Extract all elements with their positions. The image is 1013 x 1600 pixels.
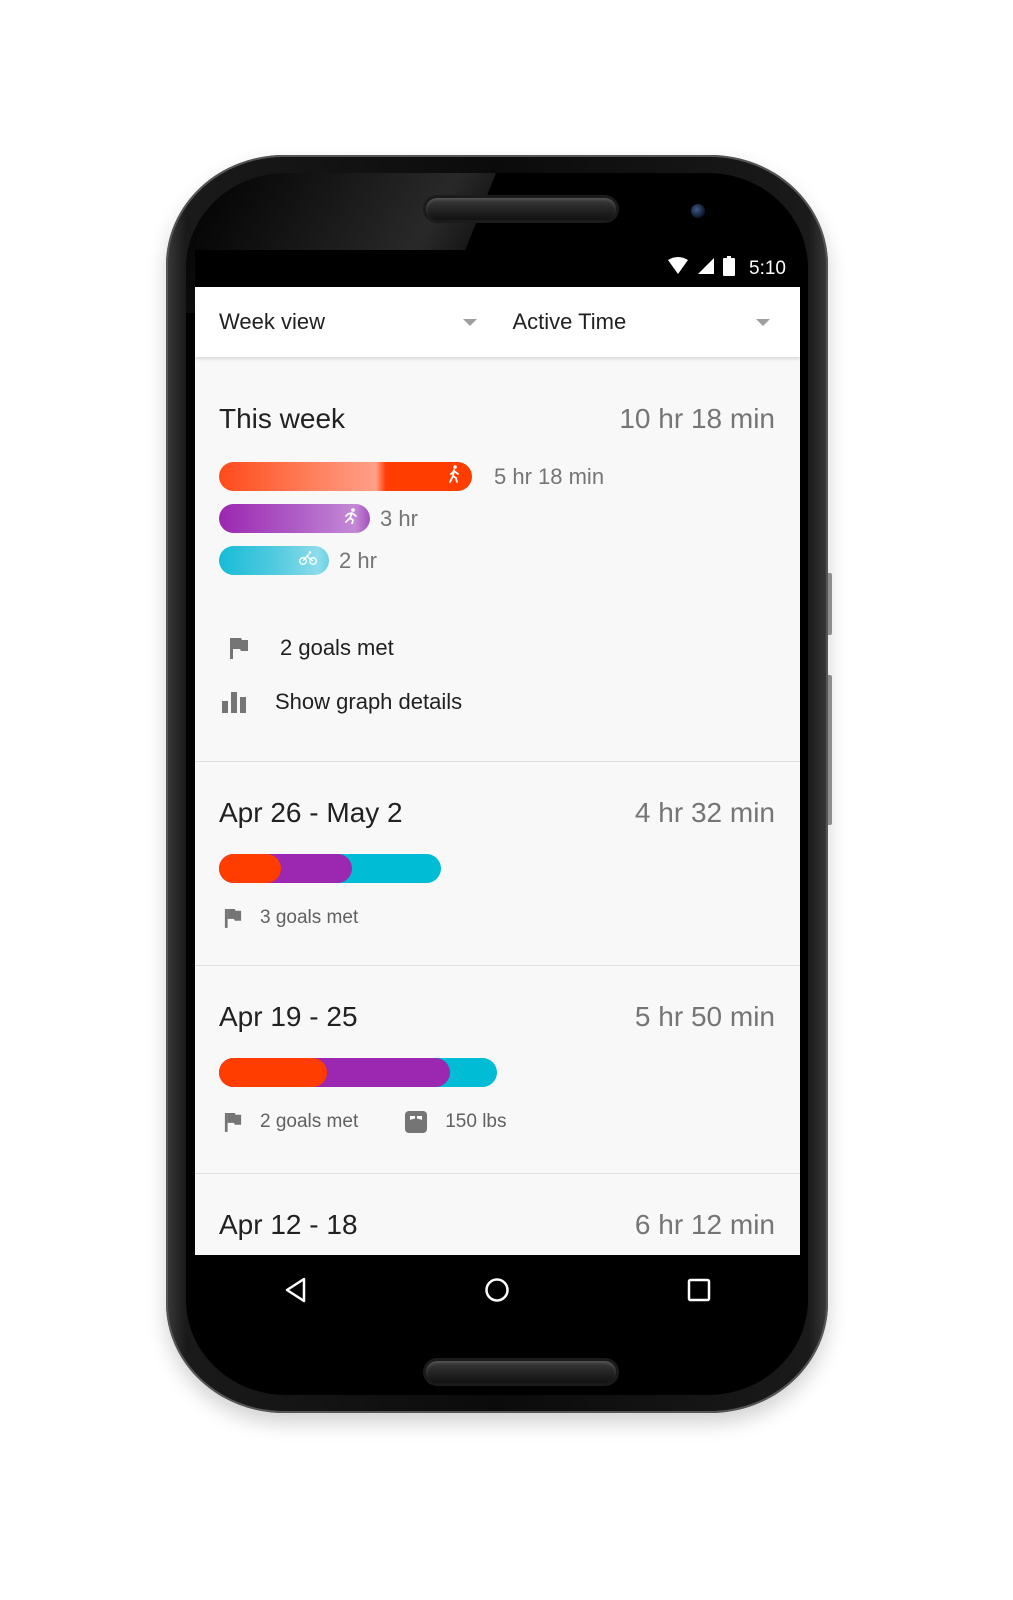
goals-met-row: 2 goals met — [224, 635, 775, 661]
dropdown-caret-icon — [756, 318, 770, 326]
walking-icon — [448, 465, 460, 488]
cell-signal-icon — [697, 257, 715, 281]
metric-dropdown-label: Active Time — [512, 309, 627, 334]
activity-duration: 3 hr — [380, 505, 418, 531]
week-range: Apr 12 - 18 — [219, 1209, 358, 1240]
goals-met-text: 2 goals met — [280, 635, 394, 660]
activity-row-walking: 5 hr 18 min — [219, 462, 775, 491]
bottom-speaker — [426, 1361, 616, 1383]
weight-text: 150 lbs — [445, 1111, 507, 1132]
stacked-activity-bar — [219, 854, 441, 883]
flag-icon — [224, 1112, 242, 1132]
week-range: Apr 26 - May 2 — [219, 797, 403, 828]
app-screen: 5:10 Week view Active Time This week 10 … — [195, 250, 800, 1255]
stacked-activity-bar — [219, 1058, 497, 1087]
recents-icon — [687, 1278, 711, 1302]
power-button — [828, 573, 832, 635]
week-meta: 2 goals met 150 lbs — [219, 1111, 775, 1133]
week-card[interactable]: Apr 19 - 25 5 hr 50 min 2 goals met 150 … — [195, 966, 800, 1174]
top-speaker — [426, 198, 616, 220]
volume-button — [828, 675, 832, 825]
goals-met-row: 2 goals met — [219, 1111, 358, 1133]
navigation-bar — [195, 1255, 800, 1325]
view-dropdown-label: Week view — [219, 309, 325, 334]
week-range: Apr 19 - 25 — [219, 1001, 358, 1032]
home-icon — [485, 1278, 510, 1302]
activity-bars: 5 hr 18 min 3 hr 2 hr — [219, 462, 775, 575]
weight-row: 150 lbs — [400, 1111, 507, 1133]
back-button[interactable] — [266, 1265, 326, 1315]
bar-chart-icon — [219, 691, 249, 713]
activity-row-running: 3 hr — [219, 504, 775, 533]
week-total: 6 hr 12 min — [634, 1209, 775, 1240]
flag-icon — [224, 637, 254, 659]
bar-segment-walking — [219, 1058, 327, 1087]
dropdown-caret-icon — [462, 318, 477, 326]
battery-icon — [723, 255, 736, 282]
week-card[interactable]: Apr 26 - May 2 4 hr 32 min 3 goals met — [195, 762, 800, 966]
bar-segment-walking — [219, 854, 281, 883]
clock: 5:10 — [749, 257, 786, 279]
this-week-card[interactable]: This week 10 hr 18 min 5 hr 18 min 3 hr … — [195, 357, 800, 762]
goals-met-text: 2 goals met — [260, 1111, 359, 1132]
flag-icon — [224, 908, 242, 928]
card-total: 10 hr 18 min — [619, 403, 775, 434]
card-title: This week — [219, 403, 346, 434]
wifi-icon — [667, 256, 689, 281]
activity-row-biking: 2 hr — [219, 546, 775, 575]
show-graph-details-label: Show graph details — [275, 689, 463, 714]
bike-icon — [299, 551, 317, 570]
recents-button[interactable] — [669, 1265, 729, 1315]
front-camera — [691, 204, 705, 218]
week-total: 5 hr 50 min — [634, 1001, 775, 1032]
back-icon — [285, 1277, 306, 1303]
activity-duration: 5 hr 18 min — [494, 463, 605, 489]
metric-dropdown[interactable]: Active Time — [507, 309, 801, 335]
toolbar: Week view Active Time — [195, 287, 800, 357]
goals-met-text: 3 goals met — [260, 907, 359, 928]
scale-icon — [405, 1111, 428, 1133]
activity-bar-biking — [219, 546, 329, 575]
goals-met-row: 3 goals met — [219, 907, 358, 929]
view-dropdown[interactable]: Week view — [195, 309, 507, 335]
activity-bar-walking — [219, 462, 472, 491]
activity-duration: 2 hr — [339, 547, 377, 573]
activity-bar-running — [219, 504, 370, 533]
week-total: 4 hr 32 min — [634, 797, 775, 828]
week-meta: 3 goals met — [219, 907, 775, 929]
show-graph-details-button[interactable]: Show graph details — [219, 689, 775, 715]
home-button[interactable] — [467, 1265, 527, 1315]
week-card[interactable]: Apr 12 - 18 6 hr 12 min — [195, 1174, 800, 1255]
running-icon — [344, 508, 358, 529]
status-bar: 5:10 — [195, 250, 800, 287]
